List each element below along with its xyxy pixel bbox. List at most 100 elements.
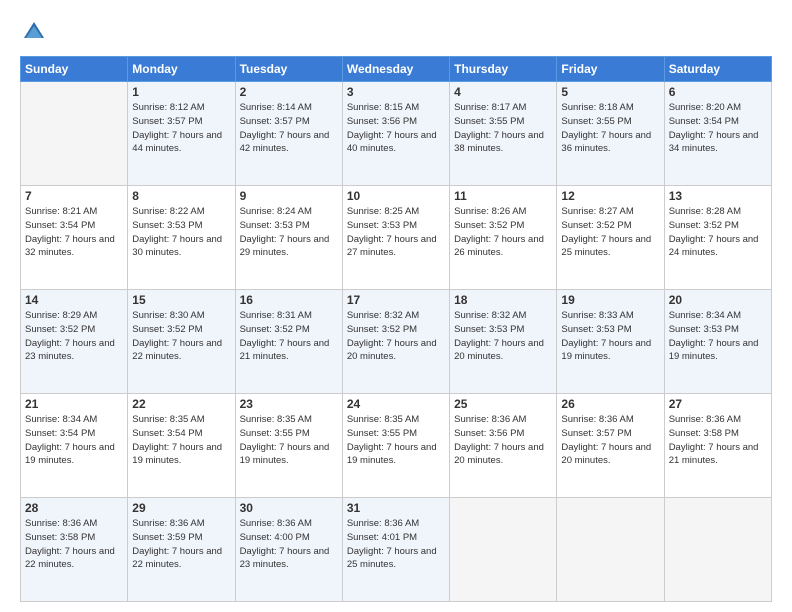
calendar-week-row: 21 Sunrise: 8:34 AM Sunset: 3:54 PM Dayli…	[21, 394, 772, 498]
day-info: Sunrise: 8:14 AM Sunset: 3:57 PM Dayligh…	[240, 101, 338, 156]
calendar-header-tuesday: Tuesday	[235, 57, 342, 82]
calendar-cell: 17 Sunrise: 8:32 AM Sunset: 3:52 PM Dayli…	[342, 290, 449, 394]
calendar-week-row: 28Sunrise: 8:36 AM Sunset: 3:58 PM Dayli…	[21, 498, 772, 602]
day-info: Sunrise: 8:18 AM Sunset: 3:55 PM Dayligh…	[561, 101, 659, 156]
calendar-header-monday: Monday	[128, 57, 235, 82]
logo	[20, 18, 52, 46]
day-number: 18	[454, 293, 552, 307]
day-info: Sunrise: 8:33 AM Sunset: 3:53 PM Dayligh…	[561, 309, 659, 364]
calendar-cell: 19 Sunrise: 8:33 AM Sunset: 3:53 PM Dayli…	[557, 290, 664, 394]
calendar-cell	[450, 498, 557, 602]
calendar-cell: 15 Sunrise: 8:30 AM Sunset: 3:52 PM Dayli…	[128, 290, 235, 394]
calendar-header-friday: Friday	[557, 57, 664, 82]
day-info: Sunrise: 8:36 AM Sunset: 3:56 PM Dayligh…	[454, 413, 552, 468]
day-number: 15	[132, 293, 230, 307]
calendar-cell: 1Sunrise: 8:12 AM Sunset: 3:57 PM Daylig…	[128, 82, 235, 186]
day-number: 14	[25, 293, 123, 307]
day-number: 23	[240, 397, 338, 411]
day-number: 19	[561, 293, 659, 307]
calendar-week-row: 1Sunrise: 8:12 AM Sunset: 3:57 PM Daylig…	[21, 82, 772, 186]
calendar-cell: 26 Sunrise: 8:36 AM Sunset: 3:57 PM Dayli…	[557, 394, 664, 498]
day-info: Sunrise: 8:24 AM Sunset: 3:53 PM Dayligh…	[240, 205, 338, 260]
day-info: Sunrise: 8:29 AM Sunset: 3:52 PM Dayligh…	[25, 309, 123, 364]
day-info: Sunrise: 8:35 AM Sunset: 3:54 PM Dayligh…	[132, 413, 230, 468]
day-info: Sunrise: 8:36 AM Sunset: 3:59 PM Dayligh…	[132, 517, 230, 572]
day-info: Sunrise: 8:34 AM Sunset: 3:54 PM Dayligh…	[25, 413, 123, 468]
calendar-cell: 31 Sunrise: 8:36 AM Sunset: 4:01 PM Dayli…	[342, 498, 449, 602]
day-number: 2	[240, 85, 338, 99]
calendar-cell: 2 Sunrise: 8:14 AM Sunset: 3:57 PM Daylig…	[235, 82, 342, 186]
calendar-cell: 24Sunrise: 8:35 AM Sunset: 3:55 PM Dayli…	[342, 394, 449, 498]
day-info: Sunrise: 8:25 AM Sunset: 3:53 PM Dayligh…	[347, 205, 445, 260]
calendar-cell: 22 Sunrise: 8:35 AM Sunset: 3:54 PM Dayli…	[128, 394, 235, 498]
day-info: Sunrise: 8:27 AM Sunset: 3:52 PM Dayligh…	[561, 205, 659, 260]
day-number: 3	[347, 85, 445, 99]
day-info: Sunrise: 8:31 AM Sunset: 3:52 PM Dayligh…	[240, 309, 338, 364]
calendar-week-row: 14 Sunrise: 8:29 AM Sunset: 3:52 PM Dayli…	[21, 290, 772, 394]
calendar-header-thursday: Thursday	[450, 57, 557, 82]
day-info: Sunrise: 8:36 AM Sunset: 4:01 PM Dayligh…	[347, 517, 445, 572]
logo-icon	[20, 18, 48, 46]
calendar-cell: 4Sunrise: 8:17 AM Sunset: 3:55 PM Daylig…	[450, 82, 557, 186]
calendar-cell: 28Sunrise: 8:36 AM Sunset: 3:58 PM Dayli…	[21, 498, 128, 602]
day-info: Sunrise: 8:36 AM Sunset: 3:58 PM Dayligh…	[669, 413, 767, 468]
day-info: Sunrise: 8:20 AM Sunset: 3:54 PM Dayligh…	[669, 101, 767, 156]
calendar-header-sunday: Sunday	[21, 57, 128, 82]
day-number: 9	[240, 189, 338, 203]
calendar-cell: 29 Sunrise: 8:36 AM Sunset: 3:59 PM Dayli…	[128, 498, 235, 602]
day-info: Sunrise: 8:15 AM Sunset: 3:56 PM Dayligh…	[347, 101, 445, 156]
day-number: 30	[240, 501, 338, 515]
calendar-cell: 8Sunrise: 8:22 AM Sunset: 3:53 PM Daylig…	[128, 186, 235, 290]
calendar-cell: 10 Sunrise: 8:25 AM Sunset: 3:53 PM Dayli…	[342, 186, 449, 290]
calendar-header-saturday: Saturday	[664, 57, 771, 82]
calendar-cell: 18Sunrise: 8:32 AM Sunset: 3:53 PM Dayli…	[450, 290, 557, 394]
day-info: Sunrise: 8:26 AM Sunset: 3:52 PM Dayligh…	[454, 205, 552, 260]
calendar-cell: 6 Sunrise: 8:20 AM Sunset: 3:54 PM Daylig…	[664, 82, 771, 186]
day-info: Sunrise: 8:30 AM Sunset: 3:52 PM Dayligh…	[132, 309, 230, 364]
day-info: Sunrise: 8:32 AM Sunset: 3:52 PM Dayligh…	[347, 309, 445, 364]
day-info: Sunrise: 8:28 AM Sunset: 3:52 PM Dayligh…	[669, 205, 767, 260]
day-number: 26	[561, 397, 659, 411]
calendar-header-row: SundayMondayTuesdayWednesdayThursdayFrid…	[21, 57, 772, 82]
day-number: 4	[454, 85, 552, 99]
day-info: Sunrise: 8:36 AM Sunset: 3:58 PM Dayligh…	[25, 517, 123, 572]
calendar-cell: 25 Sunrise: 8:36 AM Sunset: 3:56 PM Dayli…	[450, 394, 557, 498]
calendar-cell: 27 Sunrise: 8:36 AM Sunset: 3:58 PM Dayli…	[664, 394, 771, 498]
calendar-week-row: 7Sunrise: 8:21 AM Sunset: 3:54 PM Daylig…	[21, 186, 772, 290]
day-number: 27	[669, 397, 767, 411]
day-info: Sunrise: 8:36 AM Sunset: 4:00 PM Dayligh…	[240, 517, 338, 572]
day-number: 25	[454, 397, 552, 411]
calendar-cell: 13 Sunrise: 8:28 AM Sunset: 3:52 PM Dayli…	[664, 186, 771, 290]
calendar-cell: 11 Sunrise: 8:26 AM Sunset: 3:52 PM Dayli…	[450, 186, 557, 290]
day-number: 16	[240, 293, 338, 307]
day-number: 24	[347, 397, 445, 411]
day-info: Sunrise: 8:36 AM Sunset: 3:57 PM Dayligh…	[561, 413, 659, 468]
day-number: 11	[454, 189, 552, 203]
calendar-cell: 5 Sunrise: 8:18 AM Sunset: 3:55 PM Daylig…	[557, 82, 664, 186]
day-number: 22	[132, 397, 230, 411]
day-number: 13	[669, 189, 767, 203]
day-number: 17	[347, 293, 445, 307]
calendar: SundayMondayTuesdayWednesdayThursdayFrid…	[20, 56, 772, 602]
header	[20, 18, 772, 46]
calendar-cell: 23 Sunrise: 8:35 AM Sunset: 3:55 PM Dayli…	[235, 394, 342, 498]
calendar-cell	[21, 82, 128, 186]
day-info: Sunrise: 8:22 AM Sunset: 3:53 PM Dayligh…	[132, 205, 230, 260]
calendar-header-wednesday: Wednesday	[342, 57, 449, 82]
calendar-cell: 20 Sunrise: 8:34 AM Sunset: 3:53 PM Dayli…	[664, 290, 771, 394]
day-number: 5	[561, 85, 659, 99]
day-number: 6	[669, 85, 767, 99]
calendar-cell: 7Sunrise: 8:21 AM Sunset: 3:54 PM Daylig…	[21, 186, 128, 290]
day-number: 31	[347, 501, 445, 515]
calendar-cell	[664, 498, 771, 602]
calendar-cell: 12Sunrise: 8:27 AM Sunset: 3:52 PM Dayli…	[557, 186, 664, 290]
day-info: Sunrise: 8:35 AM Sunset: 3:55 PM Dayligh…	[240, 413, 338, 468]
calendar-cell	[557, 498, 664, 602]
day-number: 10	[347, 189, 445, 203]
page: SundayMondayTuesdayWednesdayThursdayFrid…	[0, 0, 792, 612]
day-number: 29	[132, 501, 230, 515]
day-info: Sunrise: 8:21 AM Sunset: 3:54 PM Dayligh…	[25, 205, 123, 260]
day-number: 20	[669, 293, 767, 307]
day-info: Sunrise: 8:34 AM Sunset: 3:53 PM Dayligh…	[669, 309, 767, 364]
day-number: 21	[25, 397, 123, 411]
